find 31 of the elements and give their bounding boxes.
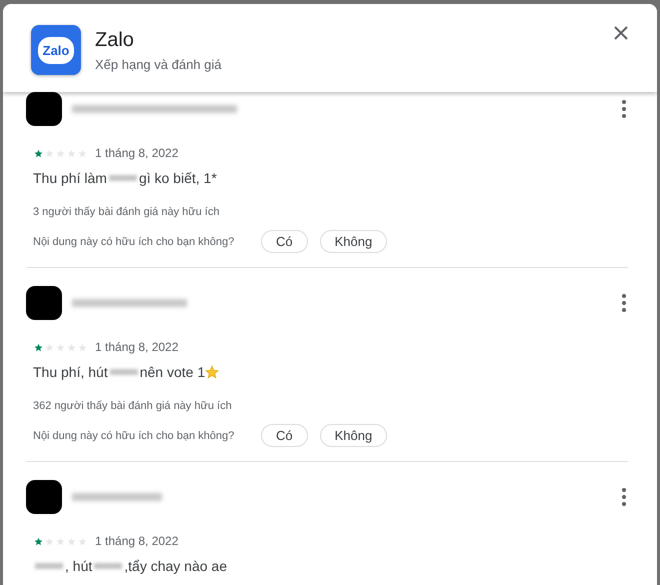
review-text: , hút <box>65 558 92 574</box>
review-text: Thu phí làm <box>33 170 107 186</box>
helpful-count: 362 người thấy bài đánh giá này hữu ích <box>33 400 233 412</box>
review-date: 1 tháng 8, 2022 <box>95 340 178 354</box>
review-text: nên vote 1 <box>140 364 206 380</box>
vote-button[interactable]: Có <box>261 230 308 253</box>
redacted-text <box>108 175 137 181</box>
review-date: 1 tháng 8, 2022 <box>95 534 178 548</box>
redacted-text <box>110 369 138 375</box>
avatar <box>26 286 62 320</box>
app-title: Zalo <box>95 28 135 52</box>
helpful-question: Nội dung này có hữu ích cho bạn không? <box>33 236 236 248</box>
review-text: Thu phí, hút <box>33 364 108 380</box>
avatar <box>26 480 62 514</box>
redacted-text <box>35 563 63 569</box>
star-icon <box>34 342 43 352</box>
avatar <box>26 92 62 126</box>
helpful-question: Nội dung này có hữu ích cho bạn không? <box>33 430 236 442</box>
review-text: gì ko biết, 1* <box>138 170 217 186</box>
review-text: ,tẩy chay nào ae <box>124 558 227 574</box>
dialog-subtitle: Xếp hạng và đánh giá <box>95 56 222 72</box>
vote-button[interactable]: Có <box>261 424 308 447</box>
app-icon: Zalo <box>31 25 81 75</box>
star-icon <box>34 148 43 158</box>
review-date: 1 tháng 8, 2022 <box>95 146 178 160</box>
redacted-text <box>94 563 122 569</box>
vote-button[interactable]: Không <box>320 230 388 253</box>
helpful-count: 3 người thấy bài đánh giá này hữu ích <box>33 206 220 218</box>
star-icon <box>34 536 43 546</box>
vote-button[interactable]: Không <box>320 424 388 447</box>
star-icon <box>205 365 220 379</box>
